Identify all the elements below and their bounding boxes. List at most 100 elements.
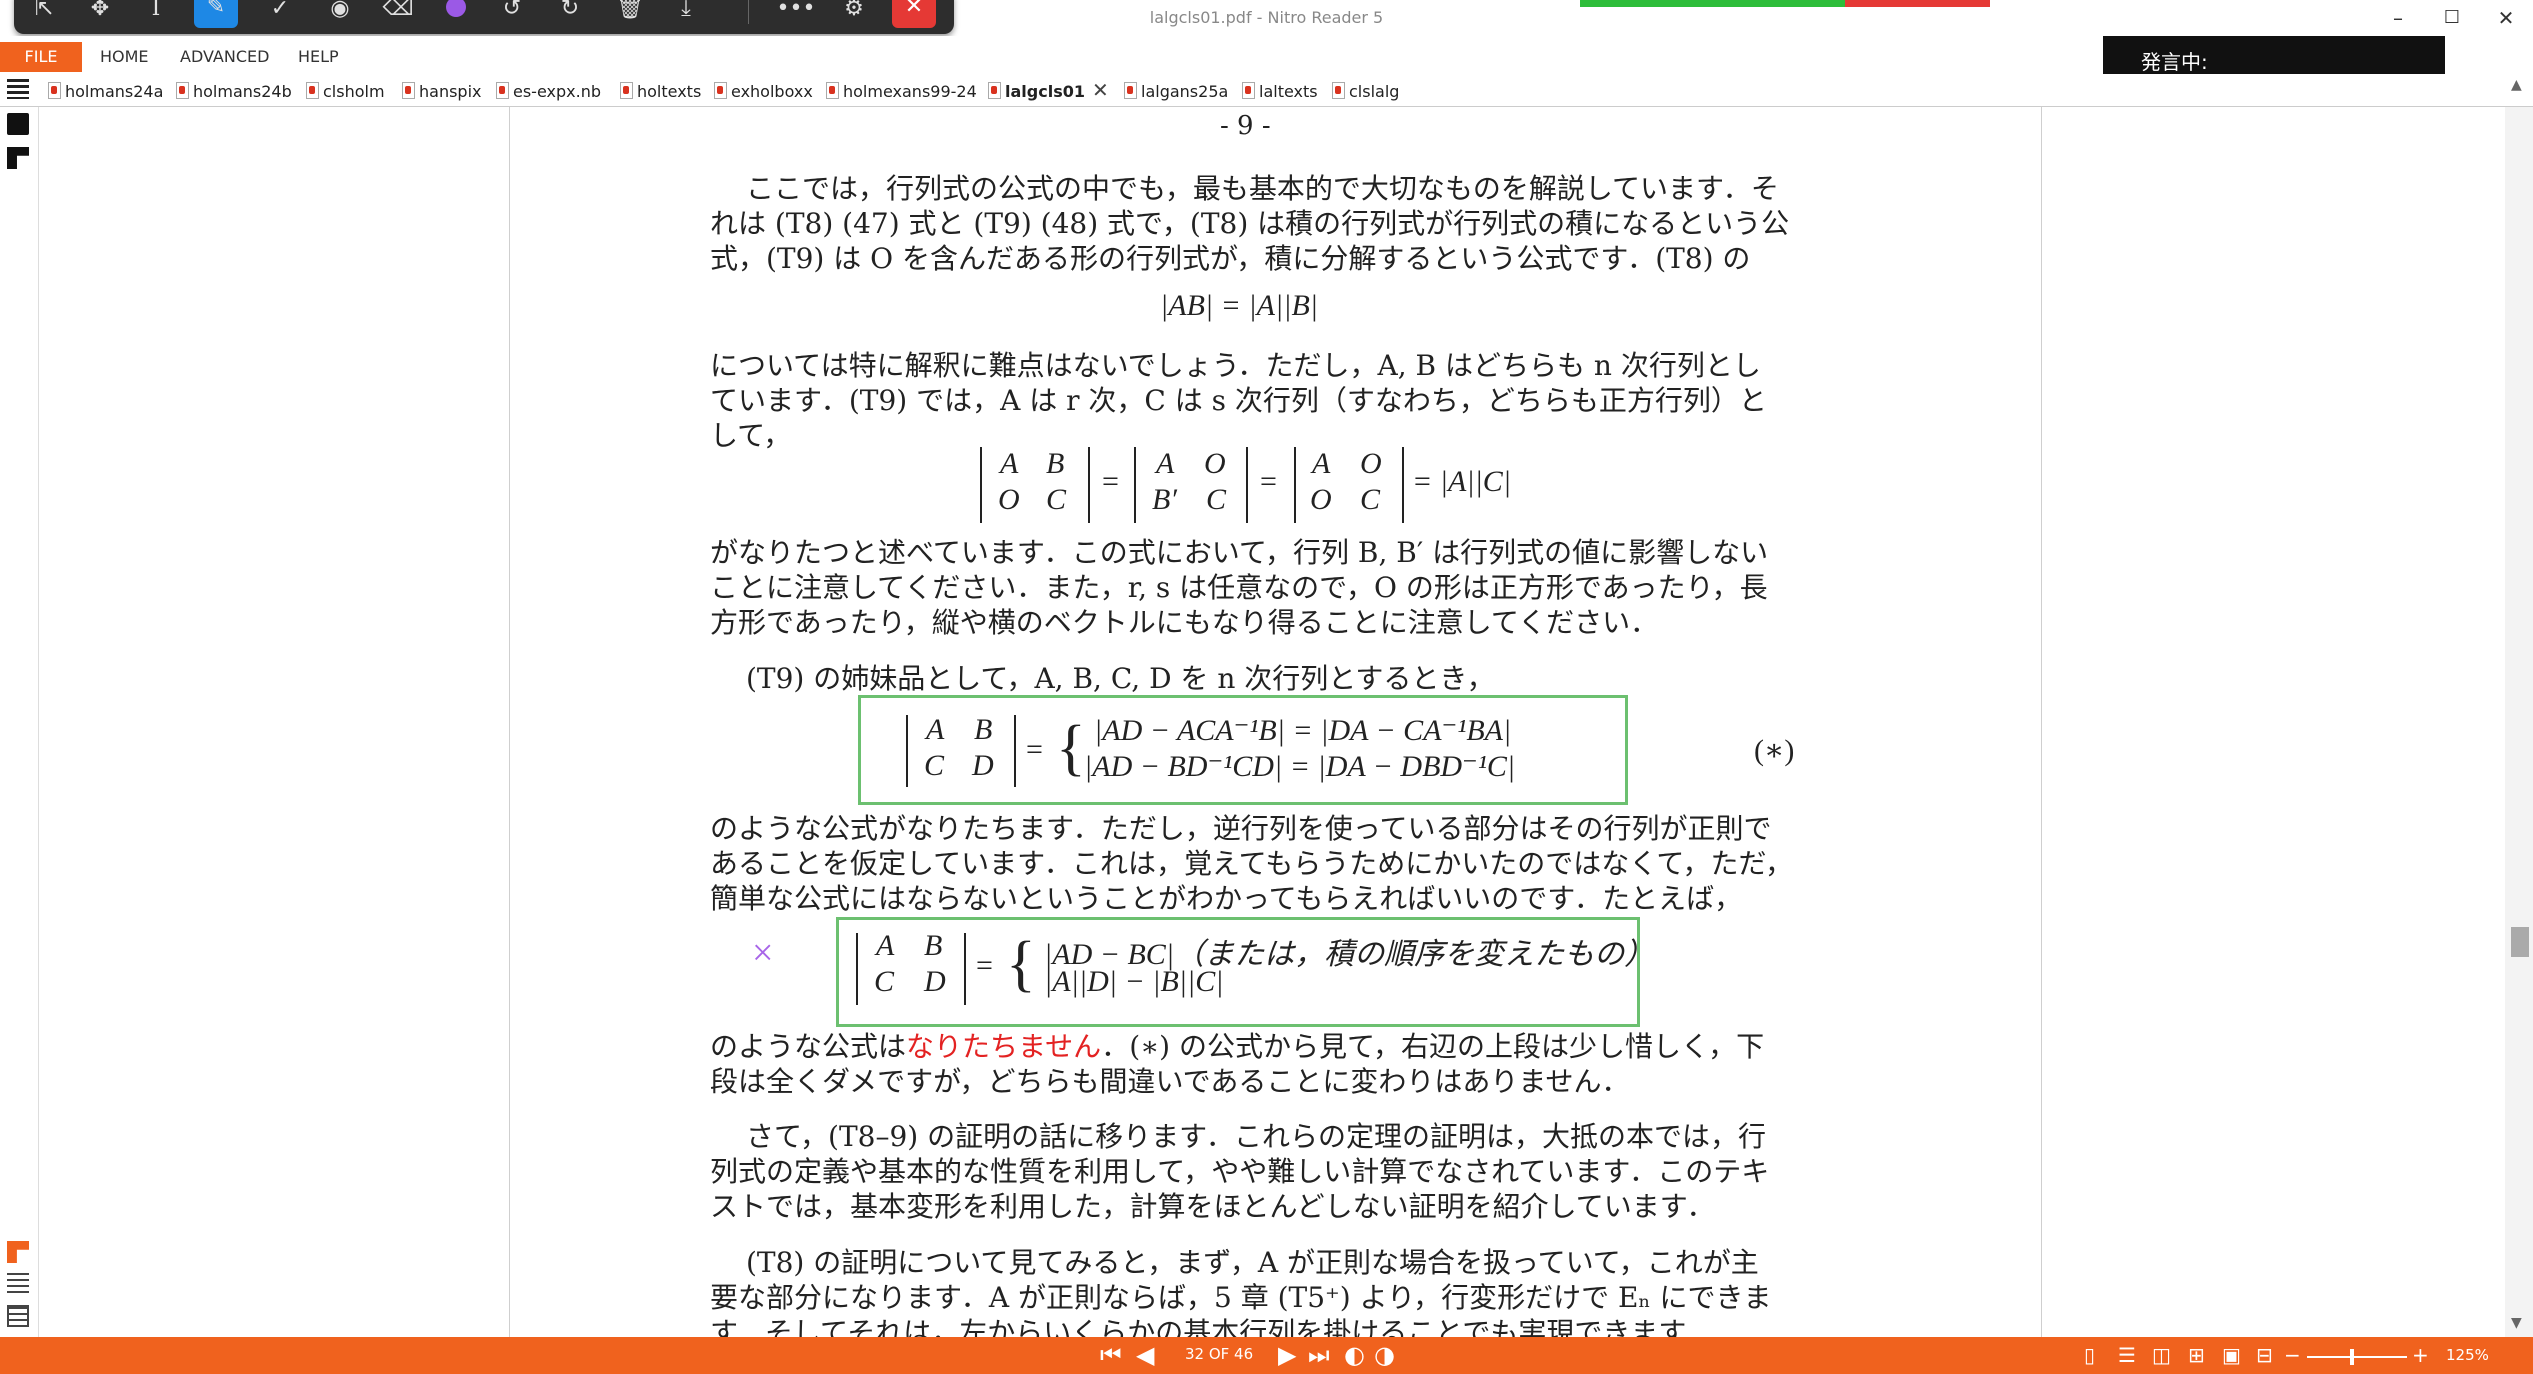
- tab-clsholm[interactable]: clsholm: [306, 80, 385, 104]
- pen-icon[interactable]: ✎: [194, 0, 238, 28]
- layers-panel-icon[interactable]: [7, 147, 29, 169]
- move-icon[interactable]: ✥: [78, 0, 122, 28]
- undo-icon[interactable]: ↺: [490, 0, 534, 28]
- menu-home[interactable]: HOME: [100, 47, 149, 66]
- toolbar-separator: [748, 0, 749, 24]
- tab-clslalg[interactable]: clslalg: [1332, 80, 1399, 104]
- det-bar: [1088, 447, 1090, 523]
- record-icon[interactable]: ◉: [318, 0, 362, 28]
- equals-sign: =: [1026, 733, 1043, 766]
- matrix-entry: D: [924, 965, 946, 998]
- fit-width-icon[interactable]: ⊟: [2256, 1341, 2273, 1369]
- pdf-file-icon: [1332, 82, 1345, 99]
- left-brace: {: [1056, 714, 1086, 782]
- menu-advanced[interactable]: ADVANCED: [180, 47, 269, 66]
- paragraph-line: (T9) の姉妹品として，A, B, C, D を n 次行列とするとき，: [746, 662, 1495, 695]
- scrollbar-thumb[interactable]: [2511, 927, 2529, 957]
- zoom-slider-thumb[interactable]: [2350, 1349, 2354, 1365]
- matrix-entry: D: [972, 749, 994, 782]
- matrix-entry: C: [874, 965, 895, 998]
- formula-line: |A||D| − |B||C|: [1044, 965, 1224, 998]
- continuous-view-icon[interactable]: ☰: [2118, 1341, 2136, 1369]
- left-panel: [0, 79, 39, 1337]
- tab-lalgcls01[interactable]: lalgcls01: [988, 80, 1085, 104]
- vertical-scrollbar[interactable]: ▲ ▼: [2505, 77, 2533, 1337]
- select-arrow-icon[interactable]: ⇱: [22, 0, 66, 28]
- text-cursor-icon[interactable]: I: [134, 0, 178, 28]
- minimize-icon[interactable]: –: [2378, 4, 2418, 32]
- more-icon[interactable]: •••: [774, 0, 818, 28]
- menu-help[interactable]: HELP: [298, 47, 339, 66]
- pdf-file-icon: [620, 82, 633, 99]
- tab-hanspix[interactable]: hanspix: [402, 80, 482, 104]
- check-icon[interactable]: ✓: [258, 0, 302, 28]
- det-bar: [1134, 447, 1136, 523]
- tab-es-expx[interactable]: es-expx.nb: [496, 80, 601, 104]
- page-number: - 9 -: [1220, 111, 1271, 141]
- equals-sign: =: [1260, 465, 1277, 498]
- equation-rhs: = |A||C|: [1412, 465, 1512, 498]
- prev-page-icon[interactable]: ◀: [1136, 1341, 1154, 1369]
- tab-holmexans99-24[interactable]: holmexans99-24: [826, 80, 977, 104]
- user-settings-icon[interactable]: ⚙: [832, 0, 876, 28]
- attachments-panel-icon[interactable]: [7, 1241, 29, 1263]
- next-page-icon[interactable]: ▶: [1278, 1341, 1296, 1369]
- forward-view-icon[interactable]: ◑: [1374, 1341, 1395, 1369]
- eraser-icon[interactable]: ⌫: [376, 0, 420, 28]
- close-window-icon[interactable]: ✕: [2486, 4, 2526, 32]
- paragraph-line: 簡単な公式にはならないということがわかってもらえればいいのです．たとえば，: [710, 882, 1743, 915]
- status-bar: ⏮ ◀ 32 OF 46 ▶ ⏭ ◐ ◑ ▯ ☰ ◫ ⊞ ▣ ⊟ − + 125…: [0, 1337, 2533, 1374]
- pages-panel-icon[interactable]: [7, 79, 29, 99]
- scroll-up-icon[interactable]: ▲: [2511, 77, 2522, 93]
- zoom-level[interactable]: 125%: [2446, 1346, 2489, 1364]
- zoom-in-icon[interactable]: +: [2412, 1341, 2429, 1369]
- bookmarks-panel-icon[interactable]: [7, 113, 29, 135]
- back-view-icon[interactable]: ◐: [1344, 1341, 1365, 1369]
- paragraph-line: す．そしてそれは，左からいくらかの基本行列を掛けることでも実現できます．: [710, 1316, 1714, 1337]
- maximize-icon[interactable]: ☐: [2432, 4, 2472, 32]
- det-bar: [1294, 447, 1296, 523]
- det-bar: [1246, 447, 1248, 523]
- pdf-file-icon: [402, 82, 415, 99]
- tab-laltexts[interactable]: laltexts: [1242, 80, 1318, 104]
- menu-file[interactable]: FILE: [0, 42, 82, 72]
- tab-holtexts[interactable]: holtexts: [620, 80, 701, 104]
- text-span: ．(∗) の公式から見て，右辺の上段は少し惜しく，下: [1101, 1030, 1765, 1063]
- output-panel-icon[interactable]: [7, 1305, 29, 1327]
- redo-icon[interactable]: ↻: [548, 0, 592, 28]
- det-bar: [856, 933, 858, 1005]
- tab-lalgans25a[interactable]: lalgans25a: [1124, 80, 1228, 104]
- pdf-file-icon: [1124, 82, 1137, 99]
- two-page-view-icon[interactable]: ◫: [2152, 1341, 2171, 1369]
- tab-exholboxx[interactable]: exholboxx: [714, 80, 813, 104]
- equation-tag: (∗): [1754, 734, 1795, 767]
- page-indicator[interactable]: 32 OF 46: [1185, 1345, 1253, 1363]
- color-picker-icon[interactable]: [434, 0, 478, 28]
- paragraph-line: については特に解釈に難点はないでしょう．ただし，A, B はどちらも n 次行列…: [710, 349, 1761, 382]
- first-page-icon[interactable]: ⏮: [1100, 1341, 1122, 1369]
- zoom-slider[interactable]: [2307, 1356, 2407, 1358]
- pdf-file-icon: [826, 82, 839, 99]
- annotation-toolbar: ⇱ ✥ I ✎ ✓ ◉ ⌫ ↺ ↻ 🗑 ⤓ ••• ⚙ ✕: [14, 0, 954, 34]
- zoom-out-icon[interactable]: −: [2284, 1341, 2301, 1369]
- tab-holmans24b[interactable]: holmans24b: [176, 80, 292, 104]
- two-page-continuous-icon[interactable]: ⊞: [2188, 1341, 2205, 1369]
- comments-panel-icon[interactable]: [7, 1273, 29, 1295]
- scroll-down-icon[interactable]: ▼: [2511, 1315, 2522, 1331]
- trash-icon[interactable]: 🗑: [608, 0, 652, 28]
- left-brace: {: [1006, 930, 1036, 998]
- close-toolbar-icon[interactable]: ✕: [892, 0, 936, 28]
- det-bar: [1014, 715, 1016, 787]
- paragraph-line: ストでは，基本変形を利用した，計算をほとんどしない証明を紹介しています．: [710, 1190, 1715, 1223]
- paragraph-line: のような公式はなりたちません．(∗) の公式から見て，右辺の上段は少し惜しく，下: [710, 1025, 1764, 1065]
- tab-close-icon[interactable]: ✕: [1092, 78, 1109, 102]
- single-page-view-icon[interactable]: ▯: [2084, 1341, 2095, 1369]
- det-bar: [906, 715, 908, 787]
- last-page-icon[interactable]: ⏭: [1308, 1341, 1330, 1369]
- download-icon[interactable]: ⤓: [664, 0, 708, 28]
- tab-holmans24a[interactable]: holmans24a: [48, 80, 163, 104]
- paragraph-line: れは (T8) (47) 式と (T9) (48) 式で，(T8) は積の行列式…: [710, 207, 1790, 240]
- paragraph-line: して，: [710, 419, 792, 452]
- progress-green: [1580, 0, 1845, 7]
- fit-page-icon[interactable]: ▣: [2222, 1341, 2241, 1369]
